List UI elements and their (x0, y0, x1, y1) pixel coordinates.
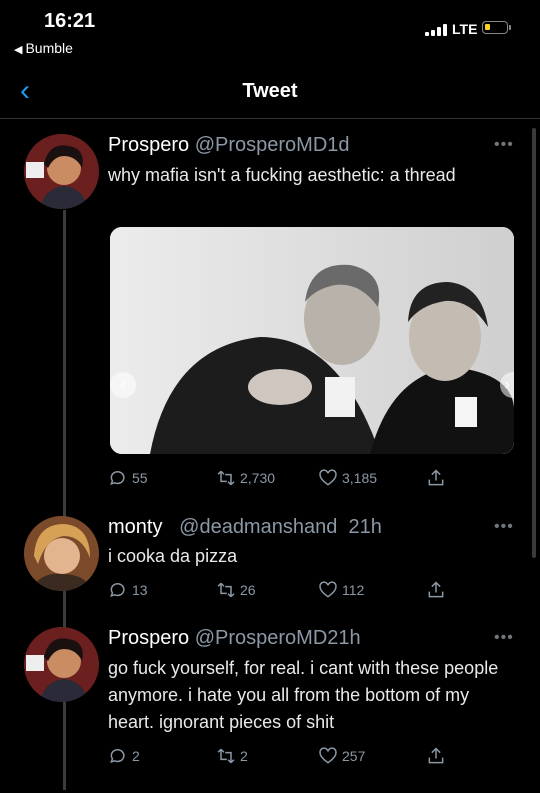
reply-icon (110, 749, 125, 764)
user-handle[interactable]: @ProsperoMD (195, 627, 328, 649)
share-button[interactable] (426, 468, 446, 488)
retweet-button[interactable]: 2,730 (216, 468, 275, 488)
tweet-actions: 13 26 112 (108, 580, 448, 604)
like-button[interactable]: 112 (318, 580, 364, 600)
retweet-count: 2 (240, 748, 248, 764)
avatar[interactable] (24, 627, 99, 702)
avatar[interactable] (24, 134, 99, 209)
tweet-text: go fuck yourself, for real. i cant with … (108, 658, 499, 732)
share-button[interactable] (426, 580, 446, 600)
top-nav-bar: ‹ Tweet (0, 72, 540, 119)
share-icon (428, 747, 444, 764)
back-to-app-link[interactable]: ◀ Bumble (14, 40, 73, 56)
more-icon[interactable]: ••• (494, 136, 514, 154)
avatar[interactable] (24, 516, 99, 591)
back-app-label: Bumble (25, 40, 73, 56)
like-button[interactable]: 3,185 (318, 468, 377, 488)
signal-icon (425, 24, 447, 36)
reply-button[interactable]: 2 (108, 746, 140, 766)
reply-button[interactable]: 13 (108, 580, 148, 600)
user-handle[interactable]: @deadmanshand (179, 516, 337, 538)
thread-line (63, 590, 66, 630)
like-button[interactable]: 257 (318, 746, 365, 766)
back-triangle-icon: ◀ (14, 44, 23, 56)
retweet-icon (217, 748, 235, 764)
tweet-text: i cooka da pizza (108, 546, 238, 566)
share-icon (428, 469, 444, 486)
retweet-icon (217, 582, 235, 598)
heart-icon (319, 747, 337, 764)
share-button[interactable] (426, 746, 446, 766)
retweet-button[interactable]: 26 (216, 580, 256, 600)
scrollbar[interactable] (532, 128, 536, 558)
like-count: 112 (342, 582, 365, 598)
status-bar: 16:21 ◀ Bumble LTE (0, 0, 540, 70)
carousel-prev-button[interactable]: ‹ (110, 372, 136, 398)
retweet-count: 2,730 (240, 470, 276, 486)
reply-count: 2 (132, 748, 140, 764)
tweet-actions: 55 2,730 3,185 (108, 468, 448, 492)
like-count: 3,185 (342, 470, 378, 486)
retweet-count: 26 (240, 582, 256, 598)
tweet-photo[interactable] (110, 227, 514, 454)
more-icon[interactable]: ••• (494, 518, 514, 536)
tweet-time: 21h (327, 627, 361, 649)
display-name[interactable]: monty (108, 516, 162, 538)
reply-count: 13 (132, 582, 148, 598)
tweet-text: why mafia isn't a fucking aesthetic: a t… (108, 165, 456, 185)
retweet-icon (217, 470, 235, 486)
tweet-header: monty @deadmanshand 21h (108, 516, 382, 539)
heart-icon (319, 469, 337, 486)
page-title: Tweet (242, 80, 298, 102)
reply-count: 55 (132, 470, 148, 486)
reply-button[interactable]: 55 (108, 468, 148, 488)
display-name[interactable]: Prospero (108, 134, 189, 156)
tweet-header: Prospero @ProsperoMD21h (108, 627, 361, 650)
display-name[interactable]: Prospero (108, 627, 189, 649)
thread-line (63, 210, 66, 790)
heart-icon (319, 581, 337, 598)
reply-icon (110, 583, 125, 598)
retweet-button[interactable]: 2 (216, 746, 248, 766)
tweet-time: 21h (348, 516, 382, 538)
tweet-time: 1d (327, 134, 350, 156)
tweet-header: Prospero @ProsperoMD1d (108, 134, 350, 157)
user-handle[interactable]: @ProsperoMD (195, 134, 328, 156)
like-count: 257 (342, 748, 366, 764)
reply-icon (110, 471, 125, 486)
share-icon (428, 581, 444, 598)
network-label: LTE (452, 21, 478, 37)
status-time: 16:21 (44, 10, 96, 32)
more-icon[interactable]: ••• (494, 629, 514, 647)
tweet-actions: 2 2 257 (108, 746, 448, 770)
battery-icon (482, 21, 511, 34)
